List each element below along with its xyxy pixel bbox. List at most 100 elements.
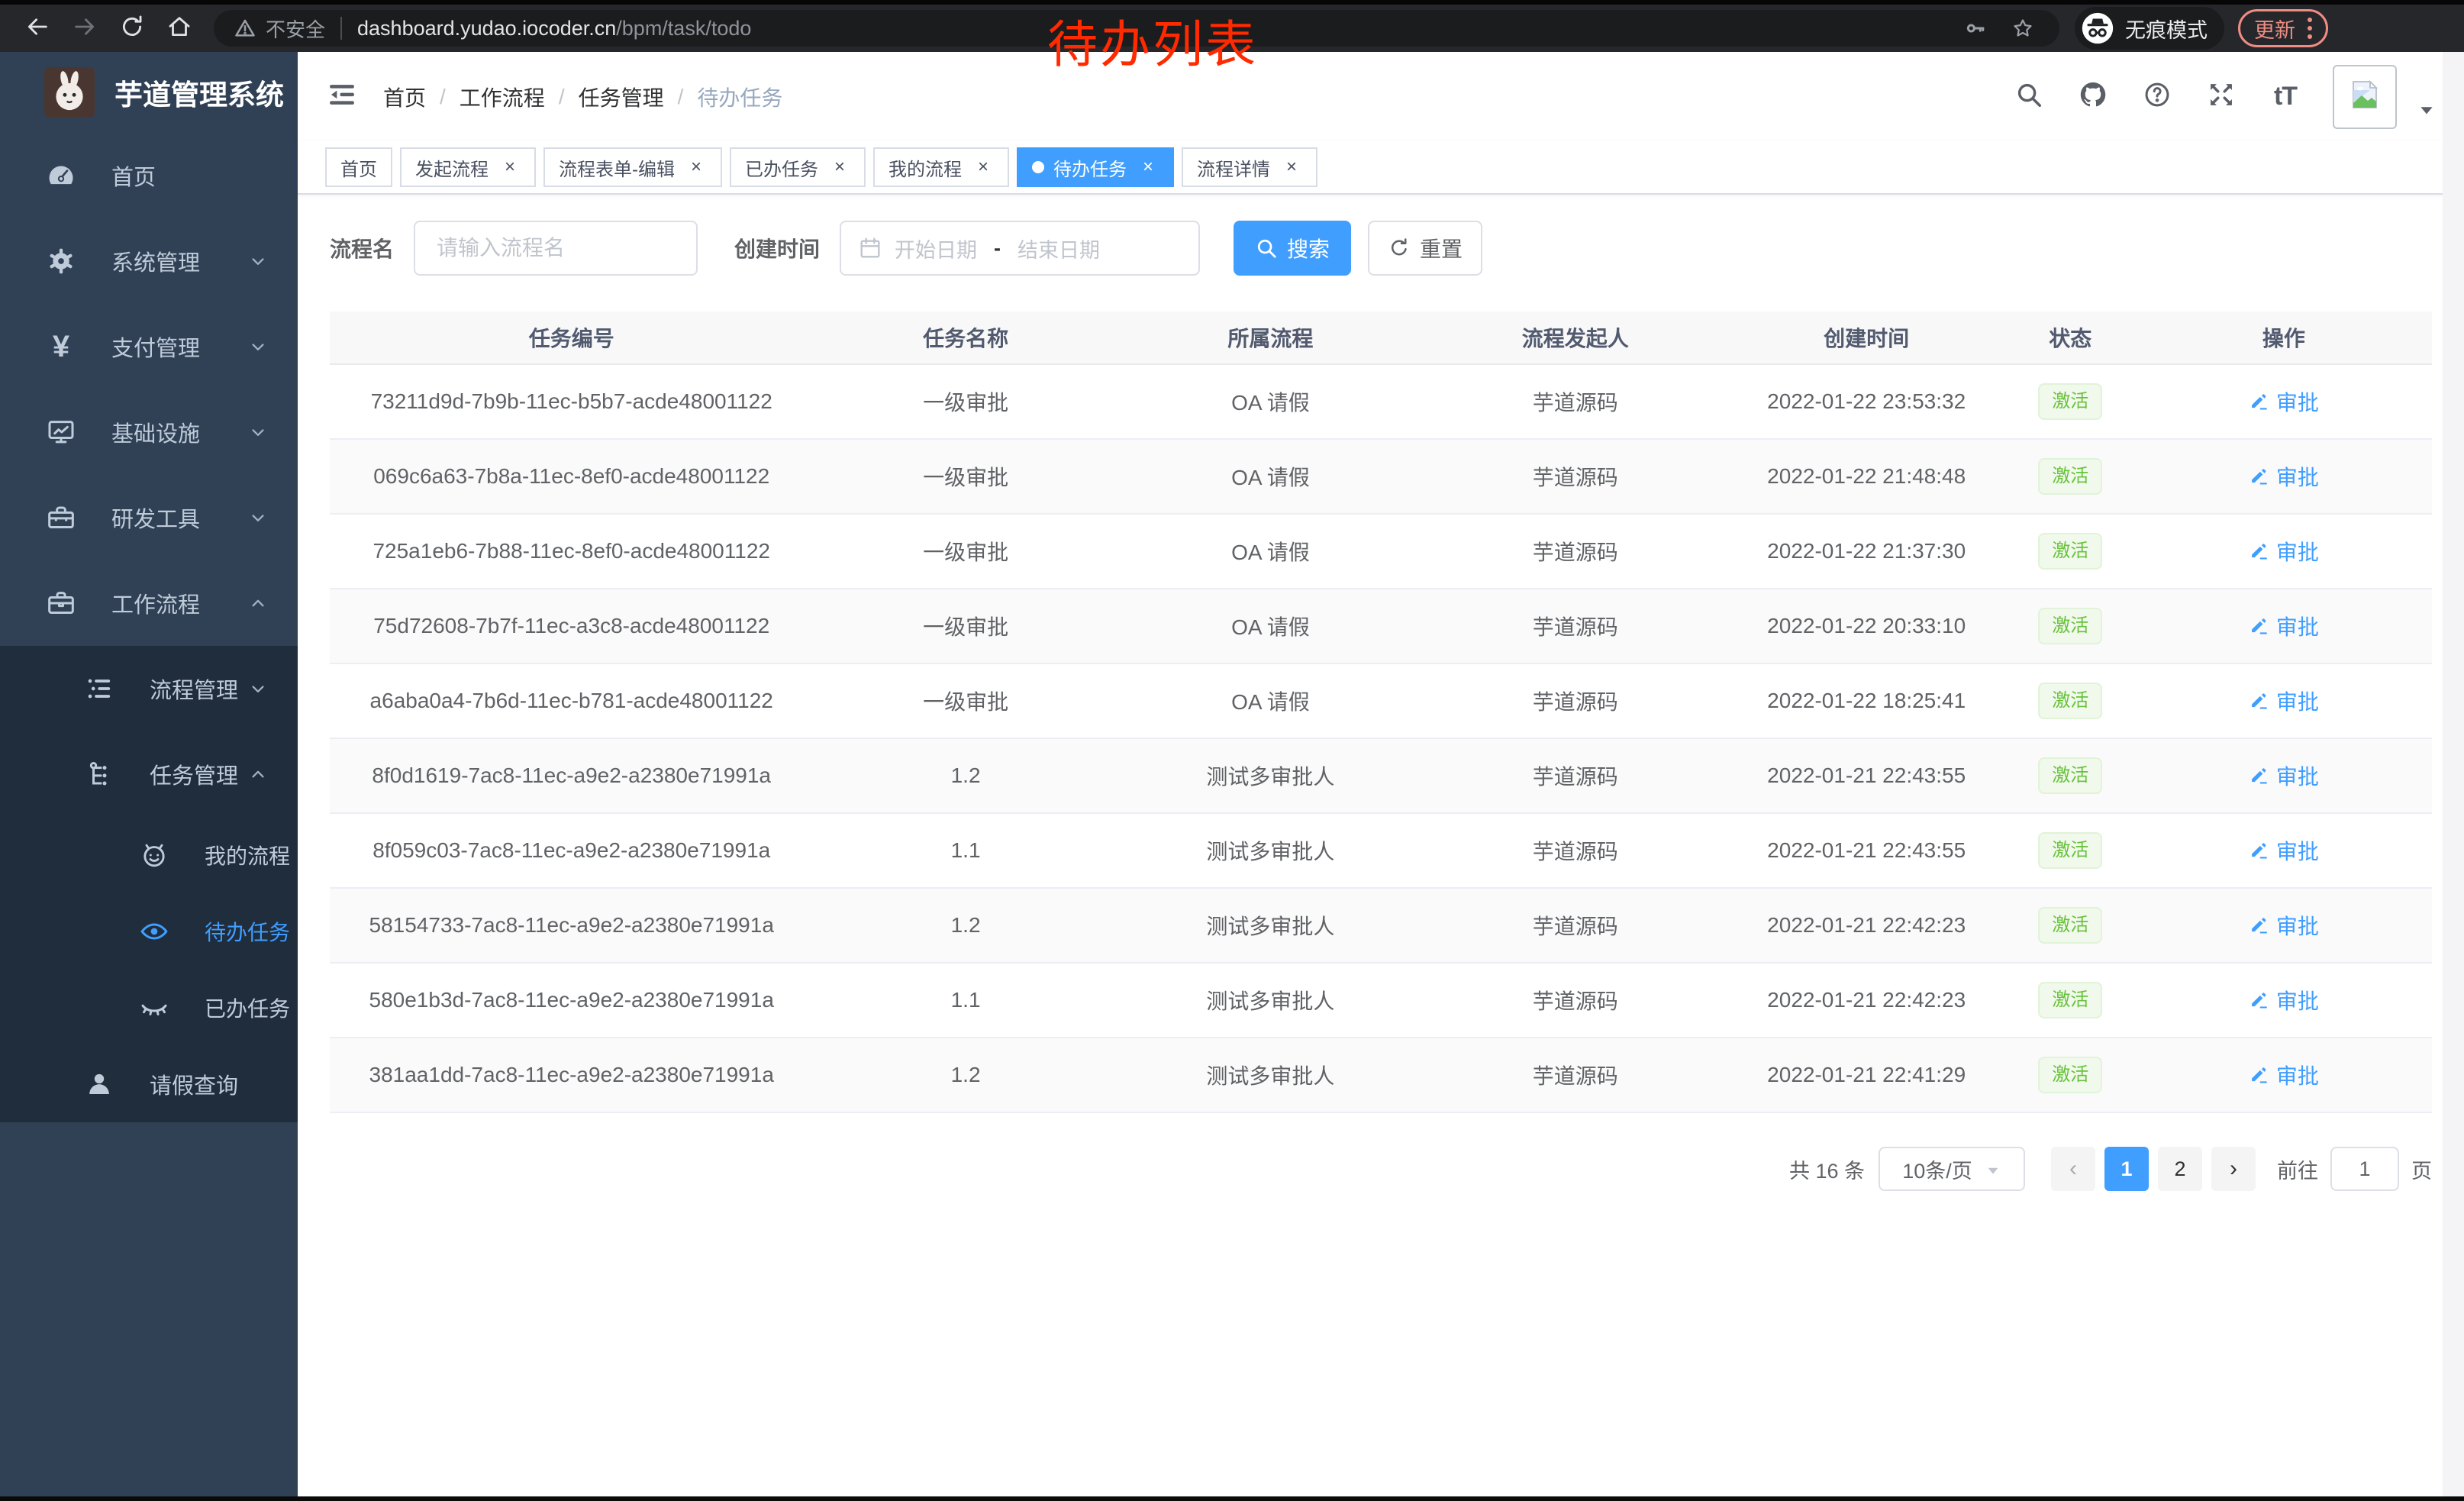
approve-label: 审批 <box>2276 386 2319 417</box>
process-name-input[interactable] <box>414 221 698 276</box>
avatar[interactable] <box>2333 65 2397 129</box>
table-row: 73211d9d-7b9b-11ec-b5b7-acde48001122一级审批… <box>330 365 2432 440</box>
close-icon[interactable]: × <box>685 157 707 178</box>
sidebar: 芋道管理系统 首页系统管理¥支付管理基础设施研发工具工作流程流程管理任务管理我的… <box>0 52 298 1501</box>
search-button[interactable] <box>2012 80 2046 114</box>
edit-pencil-icon <box>2249 391 2270 412</box>
sidebar-item-工作流程[interactable]: 工作流程 <box>0 560 298 646</box>
font-size-icon: tT <box>2274 82 2297 111</box>
task-id-cell: 8f0d1619-7ac8-11ec-a9e2-a2380e71991a <box>330 763 813 788</box>
toolbox-icon <box>44 501 78 534</box>
sidebar-item-支付管理[interactable]: ¥支付管理 <box>0 304 298 389</box>
close-icon[interactable]: × <box>972 157 994 178</box>
reset-button[interactable]: 重置 <box>1368 221 1482 276</box>
task-id-cell: 8f059c03-7ac8-11ec-a9e2-a2380e71991a <box>330 838 813 863</box>
goto-page-input[interactable] <box>2330 1147 2399 1191</box>
breadcrumb-item[interactable]: 任务管理 <box>579 82 664 112</box>
browser-back-button[interactable] <box>14 7 61 50</box>
sidebar-item-流程管理[interactable]: 流程管理 <box>0 646 298 731</box>
search-submit-button[interactable]: 搜索 <box>1234 221 1351 276</box>
next-page-button[interactable]: › <box>2211 1147 2256 1191</box>
sidebar-item-任务管理[interactable]: 任务管理 <box>0 731 298 817</box>
browser-reload-button[interactable] <box>108 7 156 50</box>
bookmark-star-icon[interactable] <box>2006 11 2040 45</box>
address-bar[interactable]: 不安全 dashboard.yudao.iocoder.cn /bpm/task… <box>214 10 2059 47</box>
password-key-icon[interactable] <box>1959 11 1992 45</box>
approve-button[interactable]: 审批 <box>2249 910 2319 941</box>
page-size-select[interactable]: 10条/页 <box>1879 1147 2025 1191</box>
sidebar-item-label: 首页 <box>111 160 156 192</box>
end-date-placeholder: 结束日期 <box>1018 234 1100 263</box>
close-icon[interactable]: × <box>499 157 521 178</box>
sidebar-item-label: 我的流程 <box>205 840 290 870</box>
approve-button[interactable]: 审批 <box>2249 611 2319 641</box>
approve-button[interactable]: 审批 <box>2249 835 2319 866</box>
sidebar-item-研发工具[interactable]: 研发工具 <box>0 475 298 560</box>
tab-首页[interactable]: 首页 <box>325 147 392 187</box>
table-row: 725a1eb6-7b88-11ec-8ef0-acde48001122一级审批… <box>330 515 2432 589</box>
avatar-caret-icon[interactable] <box>2417 100 2437 120</box>
sidebar-item-待办任务[interactable]: 待办任务 <box>0 893 298 970</box>
reset-label: 重置 <box>1420 233 1463 263</box>
sidebar-item-首页[interactable]: 首页 <box>0 133 298 218</box>
sidebar-item-已办任务[interactable]: 已办任务 <box>0 970 298 1046</box>
task-name-cell: 一级审批 <box>813 536 1118 567</box>
sidebar-item-label: 待办任务 <box>205 916 290 947</box>
tab-label: 流程表单-编辑 <box>559 154 675 181</box>
tab-流程表单-编辑[interactable]: 流程表单-编辑 × <box>543 147 722 187</box>
date-range-picker[interactable]: 开始日期 - 结束日期 <box>840 221 1200 276</box>
tab-我的流程[interactable]: 我的流程× <box>873 147 1009 187</box>
tab-流程详情[interactable]: 流程详情× <box>1182 147 1317 187</box>
create-time-cell: 2022-01-22 18:25:41 <box>1727 689 2005 713</box>
approve-button[interactable]: 审批 <box>2249 686 2319 716</box>
sidebar-item-系统管理[interactable]: 系统管理 <box>0 218 298 304</box>
close-icon[interactable]: × <box>1137 157 1159 178</box>
font-size-button[interactable]: tT <box>2269 80 2302 114</box>
question-icon <box>2143 80 2172 113</box>
task-name-cell: 1.1 <box>813 988 1118 1012</box>
approve-button[interactable]: 审批 <box>2249 536 2319 567</box>
scrollbar[interactable] <box>2443 52 2464 1501</box>
approve-button[interactable]: 审批 <box>2249 760 2319 791</box>
sidebar-toggle-button[interactable] <box>325 80 359 114</box>
column-header: 任务名称 <box>813 322 1118 353</box>
column-header: 状态 <box>2005 322 2136 353</box>
table-header: 任务编号任务名称所属流程流程发起人创建时间状态操作 <box>330 311 2432 365</box>
breadcrumb-item[interactable]: 工作流程 <box>460 82 545 112</box>
browser-home-button[interactable] <box>156 7 203 50</box>
task-name-cell: 一级审批 <box>813 686 1118 716</box>
fullscreen-button[interactable] <box>2204 80 2238 114</box>
page-button-1[interactable]: 1 <box>2104 1147 2149 1191</box>
page-button-2[interactable]: 2 <box>2158 1147 2202 1191</box>
prev-page-button[interactable]: ‹ <box>2051 1147 2095 1191</box>
pagination: 共 16 条 10条/页 ‹ 12 › 前往 页 <box>330 1147 2432 1191</box>
github-link[interactable] <box>2076 80 2110 114</box>
sidebar-item-请假查询[interactable]: 请假查询 <box>0 1046 298 1122</box>
task-name-cell: 一级审批 <box>813 611 1118 641</box>
edit-pencil-icon <box>2249 466 2270 487</box>
help-button[interactable] <box>2140 80 2174 114</box>
task-id-cell: 580e1b3d-7ac8-11ec-a9e2-a2380e71991a <box>330 988 813 1012</box>
task-table: 任务编号任务名称所属流程流程发起人创建时间状态操作 73211d9d-7b9b-… <box>330 311 2432 1113</box>
close-icon[interactable]: × <box>1281 157 1302 178</box>
action-cell: 审批 <box>2136 461 2432 492</box>
home-icon <box>166 14 192 44</box>
sidebar-item-基础设施[interactable]: 基础设施 <box>0 389 298 475</box>
sidebar-item-我的流程[interactable]: 我的流程 <box>0 817 298 893</box>
status-cell: 激活 <box>2005 907 2136 944</box>
close-icon[interactable]: × <box>829 157 850 178</box>
breadcrumb-item[interactable]: 首页 <box>383 82 426 112</box>
browser-forward-button[interactable] <box>61 7 108 50</box>
browser-menu-icon[interactable] <box>2308 18 2312 39</box>
approve-button[interactable]: 审批 <box>2249 461 2319 492</box>
approve-button[interactable]: 审批 <box>2249 386 2319 417</box>
status-cell: 激活 <box>2005 608 2136 645</box>
tab-已办任务[interactable]: 已办任务× <box>730 147 866 187</box>
status-badge: 激活 <box>2038 383 2102 421</box>
approve-button[interactable]: 审批 <box>2249 1060 2319 1090</box>
approve-button[interactable]: 审批 <box>2249 985 2319 1015</box>
browser-update-button[interactable]: 更新 <box>2238 9 2328 47</box>
tab-待办任务[interactable]: 待办任务× <box>1017 147 1174 187</box>
sidebar-item-label: 研发工具 <box>111 502 200 534</box>
tab-发起流程[interactable]: 发起流程× <box>400 147 536 187</box>
